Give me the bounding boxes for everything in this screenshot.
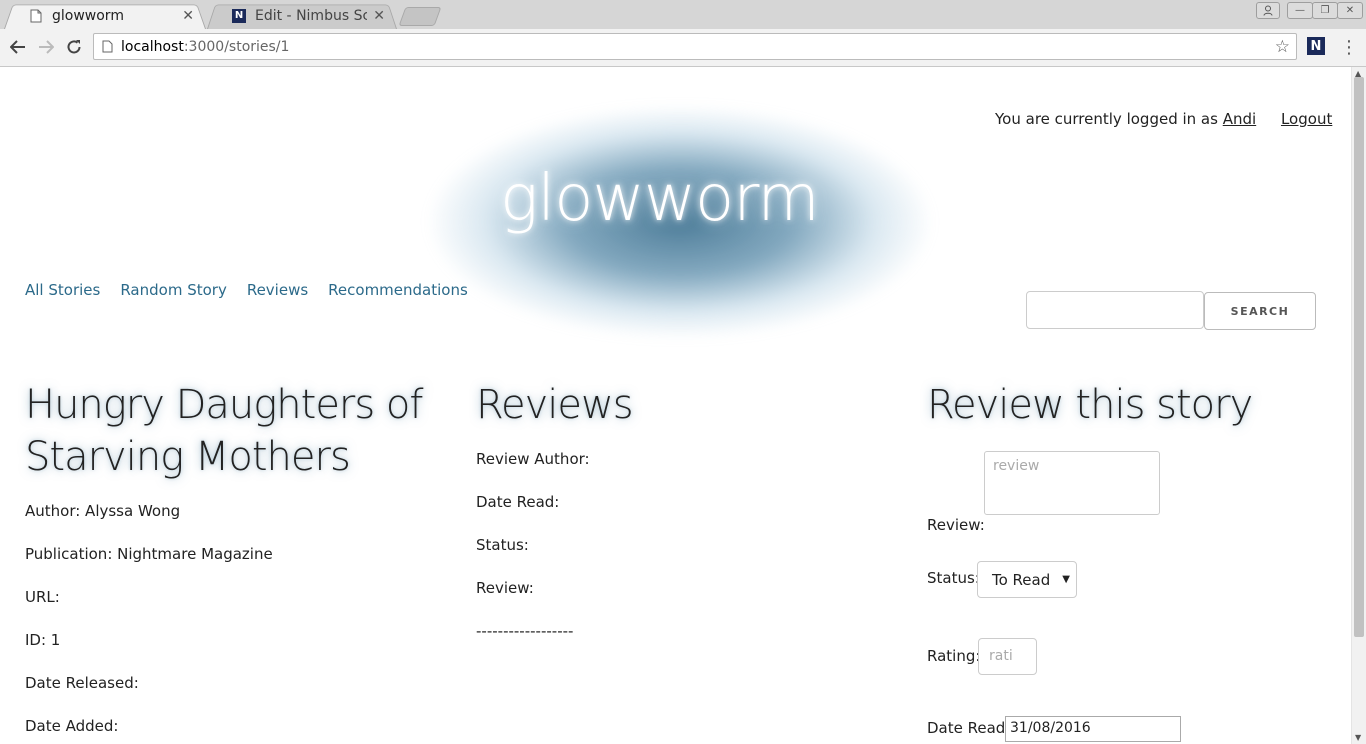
login-status: You are currently logged in as Andi Logo…: [995, 110, 1332, 128]
review-date-read: Date Read:: [476, 493, 560, 511]
browser-toolbar: localhost:3000/stories/1 ☆ N ⋮: [0, 29, 1366, 67]
story-id: ID: 1: [25, 631, 61, 649]
review-label: Review:: [927, 516, 985, 534]
reload-icon[interactable]: [64, 37, 84, 57]
story-title: Hungry Daughters of Starving Mothers: [25, 379, 423, 483]
star-icon[interactable]: ☆: [1275, 37, 1290, 57]
story-title-line1: Hungry Daughters of: [25, 382, 423, 428]
site-logo[interactable]: glowworm: [500, 162, 820, 236]
page-info-icon[interactable]: [102, 40, 113, 53]
review-status: Status:: [476, 536, 529, 554]
page-icon: [28, 8, 44, 24]
nav-random-story[interactable]: Random Story: [120, 281, 227, 299]
rating-label: Rating:: [927, 647, 981, 665]
page-content: You are currently logged in as Andi Logo…: [0, 67, 1350, 744]
tab-strip: glowworm ✕ N Edit - Nimbus Scree ✕ — ❐ ✕: [0, 0, 1366, 30]
story-title-line2: Starving Mothers: [25, 434, 351, 480]
rating-input[interactable]: rati: [978, 638, 1037, 675]
review-text: Review:: [476, 579, 534, 597]
back-arrow-icon[interactable]: [8, 37, 28, 57]
username-link[interactable]: Andi: [1223, 110, 1256, 128]
restore-icon[interactable]: ❐: [1312, 2, 1338, 19]
story-url: URL:: [25, 588, 60, 606]
status-select[interactable]: To Read ▼: [977, 561, 1077, 598]
search-button[interactable]: SEARCH: [1204, 292, 1316, 330]
search-input[interactable]: [1026, 291, 1204, 329]
date-read-label: Date Read:: [927, 719, 1011, 737]
page-scrollbar[interactable]: ▲ ▼: [1351, 67, 1366, 744]
reviews-heading: Reviews: [476, 382, 634, 428]
date-read-input[interactable]: 31/08/2016: [1005, 716, 1181, 742]
story-date-added: Date Added:: [25, 717, 119, 735]
main-nav: All Stories Random Story Reviews Recomme…: [25, 281, 468, 299]
status-select-value: To Read: [992, 570, 1051, 589]
story-author: Author: Alyssa Wong: [25, 502, 181, 520]
login-prefix: You are currently logged in as: [995, 110, 1218, 128]
tab-nimbus[interactable]: N Edit - Nimbus Scree ✕: [207, 2, 397, 29]
close-icon[interactable]: ✕: [182, 8, 194, 24]
profile-icon[interactable]: [1256, 2, 1280, 19]
close-icon[interactable]: ✕: [373, 8, 385, 24]
new-tab-button[interactable]: [398, 7, 442, 26]
story-publication: Publication: Nightmare Magazine: [25, 545, 273, 563]
dropdown-arrow-icon: ▼: [1062, 574, 1070, 585]
forward-arrow-icon[interactable]: [36, 37, 56, 57]
scrollbar-thumb[interactable]: [1354, 77, 1364, 637]
url-text: localhost:3000/stories/1: [121, 38, 290, 55]
logout-link[interactable]: Logout: [1281, 110, 1332, 128]
review-form-heading: Review this story: [927, 382, 1253, 428]
nav-recommendations[interactable]: Recommendations: [328, 281, 468, 299]
tab-title: glowworm: [52, 7, 124, 24]
tab-title: Edit - Nimbus Scree: [255, 7, 368, 24]
story-date-released: Date Released:: [25, 674, 139, 692]
status-label: Status:: [927, 569, 980, 587]
tab-glowworm[interactable]: glowworm ✕: [4, 2, 206, 29]
scroll-down-icon[interactable]: ▼: [1355, 733, 1361, 742]
nimbus-icon: N: [231, 8, 247, 24]
review-textarea[interactable]: review: [984, 451, 1160, 515]
nav-reviews[interactable]: Reviews: [247, 281, 308, 299]
minimize-icon[interactable]: —: [1287, 2, 1313, 19]
nimbus-extension-icon[interactable]: N: [1307, 37, 1325, 55]
review-separator: ------------------: [476, 622, 574, 640]
address-bar[interactable]: localhost:3000/stories/1 ☆: [93, 33, 1297, 60]
review-author: Review Author:: [476, 450, 590, 468]
close-window-icon[interactable]: ✕: [1337, 2, 1363, 19]
nav-all-stories[interactable]: All Stories: [25, 281, 100, 299]
menu-dots-icon[interactable]: ⋮: [1340, 37, 1358, 58]
